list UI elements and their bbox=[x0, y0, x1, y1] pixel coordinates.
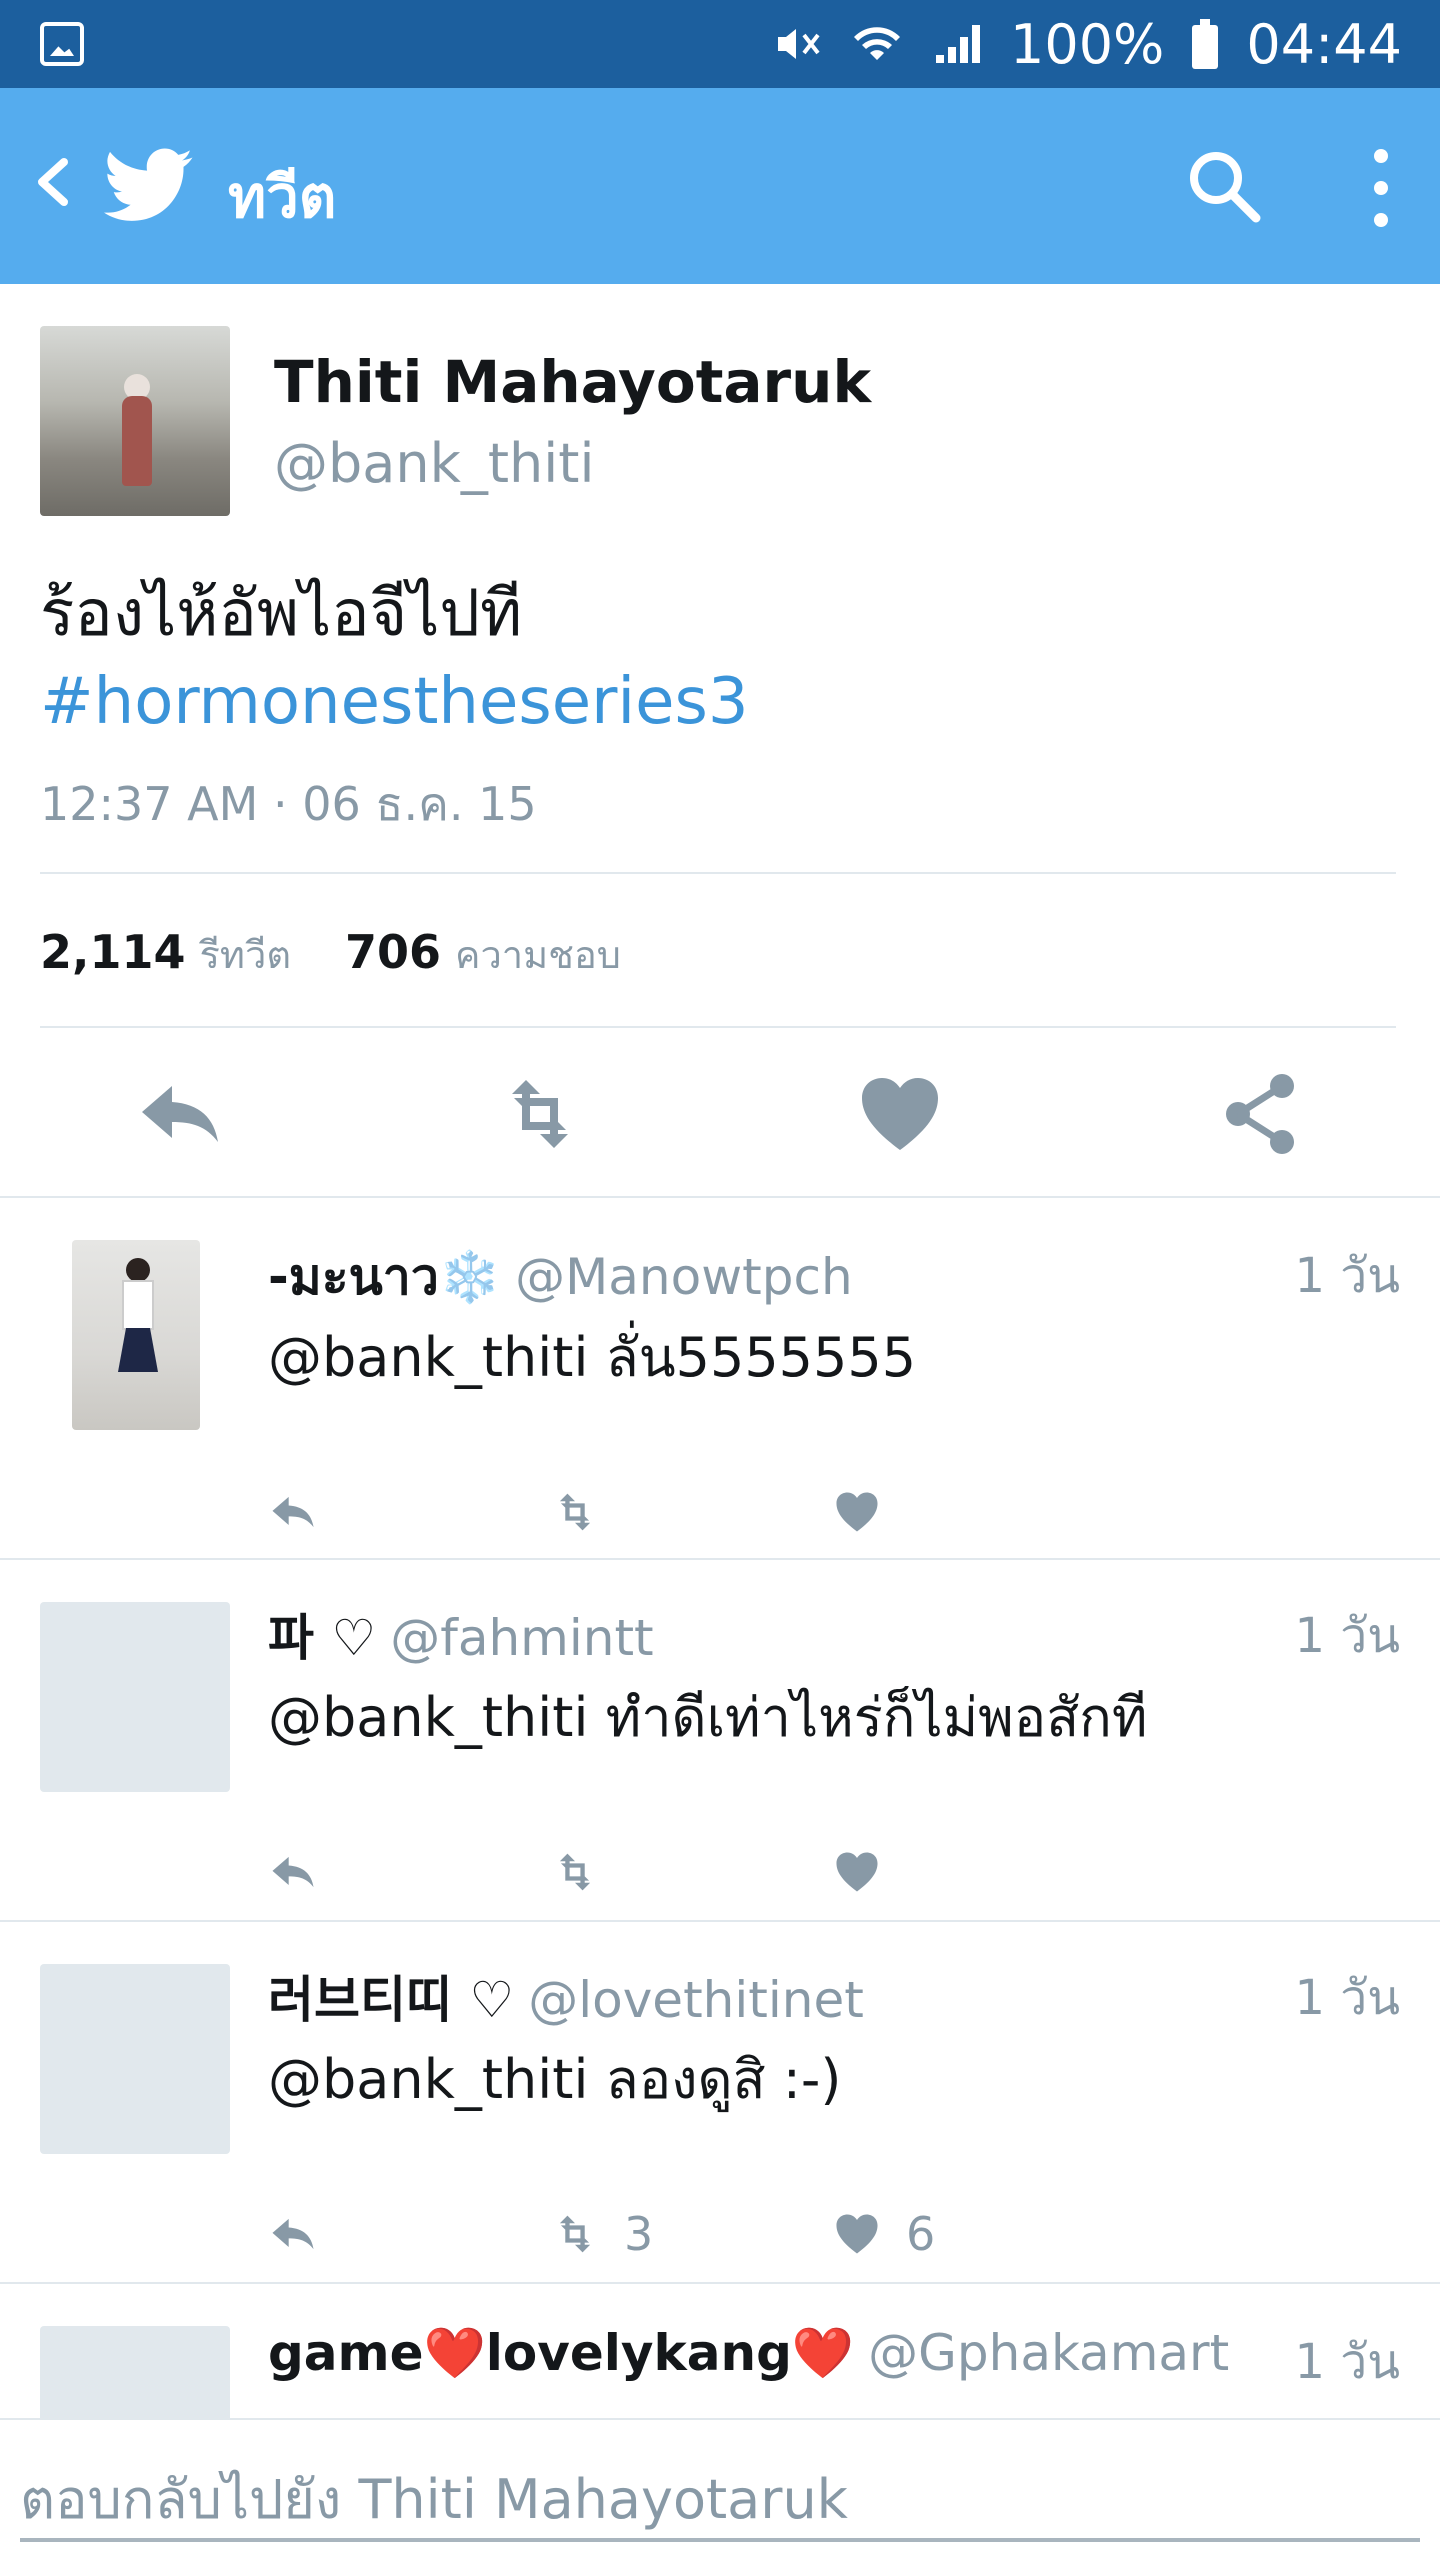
like-heart-icon[interactable] bbox=[830, 2207, 884, 2261]
retweet-action[interactable]: 3 bbox=[548, 2206, 653, 2262]
like-heart-icon[interactable] bbox=[850, 1064, 950, 1164]
reply-author-handle[interactable]: @lovethitinet bbox=[528, 1971, 864, 2029]
reply-icon[interactable] bbox=[266, 2207, 320, 2261]
retweet-label: รีทวีต bbox=[199, 933, 291, 977]
reply-text: @bank_thiti ลั่น5555555 bbox=[268, 1326, 917, 1389]
retweet-icon[interactable] bbox=[490, 1064, 590, 1164]
reply-author-name[interactable]: 파 ♡ bbox=[268, 1609, 376, 1667]
reply-action[interactable] bbox=[266, 1844, 320, 1900]
reply-icon[interactable] bbox=[130, 1064, 230, 1164]
reply-text: @bank_thiti ลองดูสิ :-) bbox=[268, 2048, 842, 2111]
author-name[interactable]: Thiti Mahayotaruk bbox=[274, 348, 871, 416]
reply-text: @bank_thiti ทำดีเท่าไหร่ก็ไม่พอสักที bbox=[268, 1686, 1148, 1749]
reply-header: game❤️lovelykang❤️ @Gphakamart bbox=[268, 2324, 1229, 2383]
reply-author-name[interactable]: -มะนาว❄️ bbox=[268, 1248, 501, 1306]
avatar[interactable] bbox=[72, 1240, 200, 1430]
status-bar: 100% 04:44 bbox=[0, 0, 1440, 88]
reply-time: 1 วัน bbox=[1294, 1608, 1400, 1664]
reply-icon[interactable] bbox=[266, 1485, 320, 1539]
wifi-icon bbox=[853, 27, 900, 60]
more-options-icon[interactable] bbox=[1364, 146, 1398, 230]
reply-time: 1 วัน bbox=[1294, 1970, 1400, 2026]
like-count[interactable]: 706 bbox=[345, 925, 441, 979]
app-bar: ทวีต bbox=[0, 88, 1440, 284]
divider bbox=[40, 1026, 1396, 1028]
reply-author-handle[interactable]: @Manowtpch bbox=[515, 1248, 852, 1306]
like-action[interactable] bbox=[830, 1484, 906, 1540]
signal-icon bbox=[935, 25, 980, 63]
retweet-count[interactable]: 2,114 bbox=[40, 925, 186, 979]
divider bbox=[40, 872, 1396, 874]
like-action[interactable] bbox=[830, 1844, 906, 1900]
clock: 04:44 bbox=[1246, 12, 1402, 76]
like-heart-icon[interactable] bbox=[830, 1485, 884, 1539]
mute-icon bbox=[777, 29, 820, 59]
reply-item[interactable]: 러브티띠 ♡ @lovethitinet 1 วัน @bank_thiti ลอ… bbox=[0, 1920, 1440, 2280]
reply-item[interactable]: -มะนาว❄️ @Manowtpch 1 วัน @bank_thiti ลั่… bbox=[0, 1198, 1440, 1558]
reply-time: 1 วัน bbox=[1294, 1248, 1400, 1304]
tweet-timestamp: 12:37 AM · 06 ธ.ค. 15 bbox=[40, 777, 537, 831]
avatar[interactable] bbox=[40, 1602, 230, 1792]
reply-header: 러브티띠 ♡ @lovethitinet bbox=[268, 1960, 864, 2032]
retweet-icon[interactable] bbox=[548, 1485, 602, 1539]
tweet-text: ร้องไห้อัพไอจีไปที #hormonestheseries3 bbox=[40, 570, 749, 746]
hashtag-link[interactable]: #hormonestheseries3 bbox=[40, 658, 749, 746]
reply-author-name[interactable]: game❤️lovelykang❤️ bbox=[268, 2324, 854, 2382]
retweet-icon[interactable] bbox=[548, 2207, 602, 2261]
like-heart-icon[interactable] bbox=[830, 1845, 884, 1899]
reply-input-placeholder[interactable]: ตอบกลับไปยัง Thiti Mahayotaruk bbox=[20, 2456, 848, 2542]
like-action[interactable]: 6 bbox=[830, 2206, 935, 2262]
avatar[interactable] bbox=[40, 326, 230, 516]
input-underline bbox=[20, 2538, 1420, 2542]
retweet-action[interactable] bbox=[548, 1484, 624, 1540]
retweet-icon[interactable] bbox=[548, 1845, 602, 1899]
gallery-notification-icon bbox=[40, 22, 84, 66]
back-arrow-icon[interactable] bbox=[26, 152, 86, 212]
reply-like-count: 6 bbox=[906, 2207, 936, 2261]
twitter-bird-icon bbox=[104, 148, 193, 221]
reply-time: 1 วัน bbox=[1294, 2334, 1400, 2390]
reply-retweet-count: 3 bbox=[624, 2207, 654, 2261]
retweet-action[interactable] bbox=[548, 1844, 624, 1900]
reply-author-name[interactable]: 러브티띠 ♡ bbox=[268, 1971, 514, 2029]
battery-icon bbox=[1192, 19, 1219, 69]
tweet-stats: 2,114 รีทวีต 706 ความชอบ bbox=[40, 924, 661, 985]
share-icon[interactable] bbox=[1210, 1064, 1310, 1164]
avatar[interactable] bbox=[40, 2326, 230, 2418]
reply-action[interactable] bbox=[266, 1484, 320, 1540]
reply-author-handle[interactable]: @Gphakamart bbox=[868, 2324, 1229, 2382]
reply-header: 파 ♡ @fahmintt bbox=[268, 1598, 654, 1670]
reply-item[interactable]: 파 ♡ @fahmintt 1 วัน @bank_thiti ทำดีเท่าไ… bbox=[0, 1558, 1440, 1918]
reply-action[interactable] bbox=[266, 2206, 320, 2262]
reply-author-handle[interactable]: @fahmintt bbox=[390, 1609, 653, 1667]
tweet-text-body: ร้องไห้อัพไอจีไปที bbox=[40, 577, 523, 651]
like-label: ความชอบ bbox=[455, 933, 621, 977]
author-handle[interactable]: @bank_thiti bbox=[274, 432, 594, 495]
reply-item[interactable]: game❤️lovelykang❤️ @Gphakamart 1 วัน bbox=[0, 2282, 1440, 2418]
search-icon[interactable] bbox=[1186, 148, 1262, 224]
reply-icon[interactable] bbox=[266, 1845, 320, 1899]
page-title: ทวีต bbox=[228, 163, 337, 231]
reply-header: -มะนาว❄️ @Manowtpch bbox=[268, 1238, 853, 1317]
battery-percent: 100% bbox=[1009, 12, 1165, 76]
avatar[interactable] bbox=[40, 1964, 230, 2154]
reply-compose-bar[interactable]: ตอบกลับไปยัง Thiti Mahayotaruk bbox=[0, 2418, 1440, 2560]
